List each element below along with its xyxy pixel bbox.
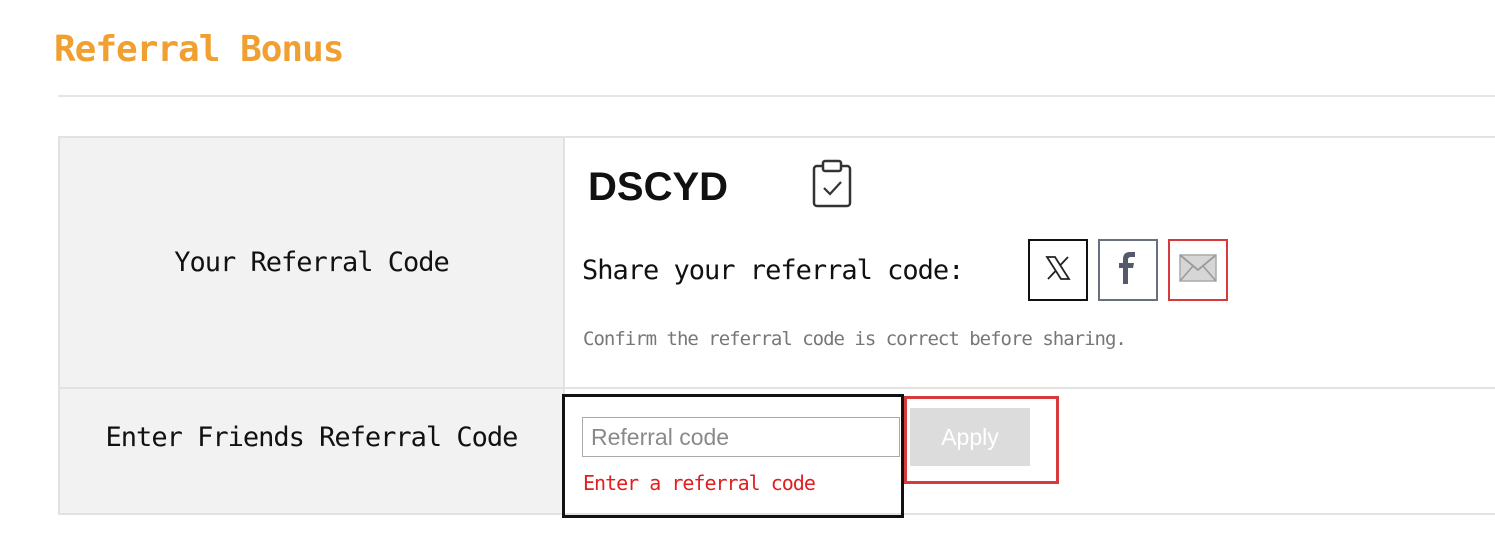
apply-button[interactable]: Apply (910, 408, 1030, 466)
facebook-icon (1113, 251, 1143, 289)
clipboard-check-icon[interactable] (810, 158, 854, 210)
share-label: Share your referral code: (582, 255, 964, 286)
referral-code-input[interactable] (582, 417, 900, 457)
label-column: Your Referral Code Enter Friends Referra… (60, 138, 565, 513)
share-hint: Confirm the referral code is correct bef… (583, 328, 1127, 350)
referral-code-value: DSCYD (588, 165, 729, 209)
referral-table: Your Referral Code Enter Friends Referra… (58, 136, 1495, 518)
page-title: Referral Bonus (54, 29, 344, 70)
referral-error-message: Enter a referral code (583, 471, 816, 495)
share-facebook-button[interactable] (1098, 239, 1158, 301)
row-divider (60, 387, 1495, 389)
share-x-button[interactable] (1028, 239, 1088, 301)
your-referral-code-label: Your Referral Code (174, 247, 450, 278)
title-divider (58, 95, 1495, 97)
envelope-icon (1179, 254, 1217, 286)
friend-referral-code-label: Enter Friends Referral Code (105, 422, 519, 453)
x-icon (1043, 253, 1073, 287)
referral-page: Referral Bonus Your Referral Code Enter … (0, 0, 1495, 535)
share-email-button[interactable] (1168, 239, 1228, 301)
